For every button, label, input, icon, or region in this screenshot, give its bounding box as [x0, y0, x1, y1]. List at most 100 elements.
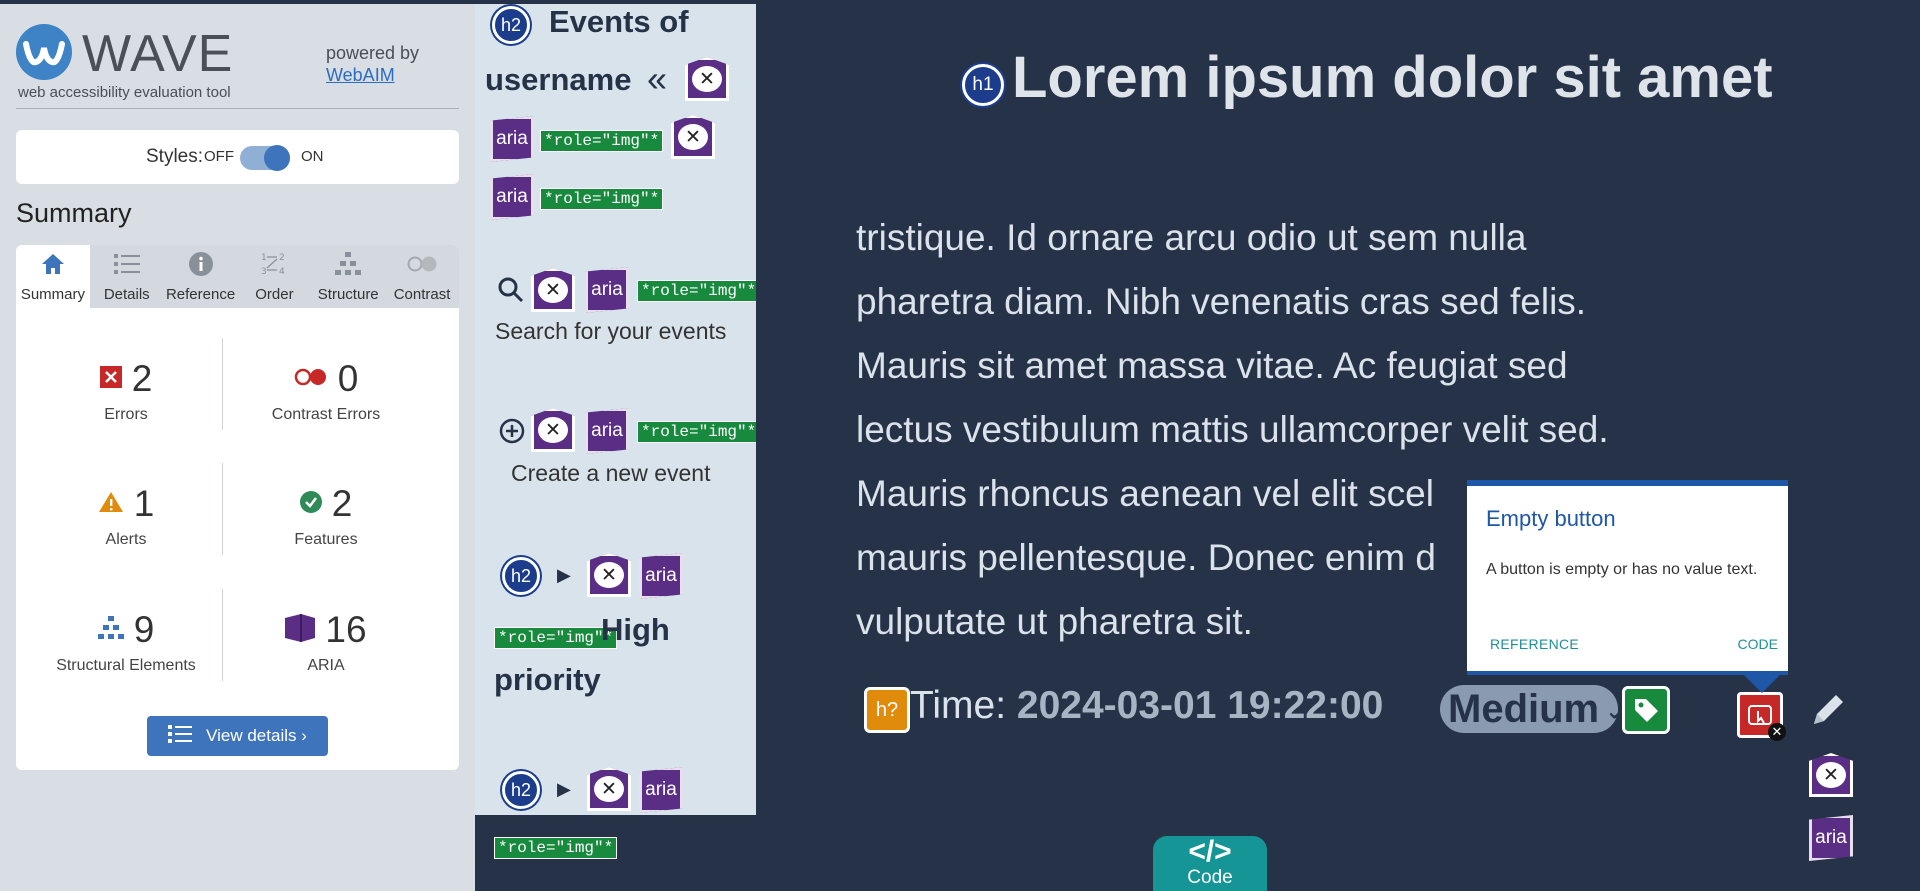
- svg-text:3: 3: [261, 267, 267, 277]
- add-circle-icon: [499, 418, 525, 449]
- aria-marker-icon[interactable]: aria: [585, 408, 629, 454]
- aria-count: 16: [325, 609, 367, 650]
- role-img-tag[interactable]: *role="img"*: [540, 130, 664, 152]
- error-marker-icon[interactable]: ✕: [587, 553, 631, 597]
- tab-bar: Summary Details Reference 1 2 3 4 Order Str…: [16, 245, 459, 308]
- aria-icon: [285, 613, 316, 647]
- chevron-down-icon: ⌄: [1599, 698, 1624, 724]
- toggle-knob[interactable]: [264, 145, 290, 171]
- svg-text:2: 2: [279, 253, 285, 263]
- search-icon: [497, 276, 525, 309]
- error-marker-icon[interactable]: ✕: [685, 57, 729, 101]
- h2-marker-icon[interactable]: h2: [502, 557, 540, 595]
- webaim-link[interactable]: WebAIM: [326, 64, 419, 86]
- error-marker-icon[interactable]: ✕: [531, 408, 575, 452]
- structural-icon: [97, 615, 124, 645]
- svg-text:1: 1: [261, 253, 267, 263]
- h2-marker-icon[interactable]: h2: [492, 6, 530, 44]
- pencil-edit-icon[interactable]: [1808, 690, 1848, 735]
- events-heading-line2: username: [485, 62, 632, 97]
- heading-alert-icon[interactable]: h?: [864, 687, 910, 733]
- powered-by-text: powered by: [326, 43, 420, 63]
- contrast-errors-label: Contrast Errors: [271, 406, 381, 423]
- aria-marker-icon[interactable]: aria: [490, 116, 534, 162]
- collapse-chevrons-icon[interactable]: «: [647, 58, 667, 100]
- paragraph-line: Mauris sit amet massa vitae. Ac feugiat …: [856, 345, 1568, 386]
- wave-title: WAVE: [82, 25, 234, 83]
- features-label: Features: [294, 531, 358, 548]
- features-count: 2: [331, 483, 353, 524]
- stat-errors[interactable]: 2 Errors: [26, 358, 226, 424]
- styles-on-label: ON: [301, 148, 324, 165]
- powered-by: powered by WebAIM: [326, 42, 419, 86]
- role-img-tag[interactable]: *role="img"*: [637, 421, 756, 443]
- list-icon: [113, 253, 140, 279]
- structural-count: 9: [133, 609, 155, 650]
- role-img-tag[interactable]: *role="img"*: [494, 837, 618, 859]
- popover-title: Empty button: [1486, 506, 1616, 531]
- divider: [16, 108, 459, 109]
- search-events-label[interactable]: Search for your events: [495, 318, 726, 345]
- stat-contrast-errors[interactable]: 0 Contrast Errors: [226, 358, 426, 424]
- aria-marker-icon[interactable]: aria: [585, 267, 629, 313]
- tab-label: Structure: [317, 286, 379, 303]
- tab-label: Order: [255, 286, 294, 303]
- priority-heading-line1: High: [601, 612, 670, 647]
- alert-icon: [98, 491, 124, 518]
- time-label: Time:: [910, 684, 1007, 727]
- error-icon: [99, 365, 122, 393]
- order-icon: 1 2 3 4: [260, 251, 288, 281]
- role-img-tag[interactable]: *role="img"*: [637, 280, 756, 302]
- aria-marker-icon[interactable]: aria: [1809, 815, 1853, 861]
- create-event-label[interactable]: Create a new event: [511, 460, 710, 487]
- triangle-right-icon[interactable]: ▶: [557, 565, 571, 586]
- tab-details[interactable]: Details: [90, 245, 164, 308]
- styles-toggle[interactable]: [240, 145, 290, 171]
- aria-marker-icon[interactable]: aria: [639, 767, 683, 813]
- triangle-right-icon[interactable]: ▶: [557, 779, 571, 800]
- error-marker-icon[interactable]: ✕: [531, 268, 575, 312]
- stat-features[interactable]: 2 Features: [226, 483, 426, 549]
- summary-panel: Summary Details Reference 1 2 3 4 Order Str…: [16, 245, 459, 770]
- code-toggle-button[interactable]: </> Code: [1153, 836, 1267, 891]
- main-content: h1 Lorem ipsum dolor sit amet tristique.…: [756, 4, 1920, 891]
- tab-structure[interactable]: Structure: [311, 245, 385, 308]
- styles-label: Styles:: [146, 146, 204, 167]
- tag-feature-icon[interactable]: [1622, 686, 1670, 734]
- tab-label: Details: [103, 286, 150, 303]
- error-marker-icon[interactable]: ✕: [1809, 753, 1853, 797]
- popover-code-link[interactable]: CODE: [1738, 636, 1778, 652]
- code-label: Code: [1187, 867, 1233, 888]
- events-column: h2 Events of username « ✕ aria *role="im…: [475, 4, 756, 815]
- error-marker-icon[interactable]: ✕: [587, 767, 631, 811]
- role-img-tag[interactable]: *role="img"*: [540, 188, 664, 210]
- tab-summary[interactable]: Summary: [16, 245, 90, 308]
- view-details-label: View details ›: [206, 726, 307, 745]
- view-details-button[interactable]: View details ›: [147, 716, 328, 756]
- error-marker-icon[interactable]: ✕: [671, 115, 715, 159]
- styles-off-label: OFF: [204, 148, 234, 165]
- paragraph-line: pharetra diam. Nibh venenatis cras sed f…: [856, 281, 1587, 322]
- stat-alerts[interactable]: 1 Alerts: [26, 483, 226, 549]
- tab-contrast[interactable]: Contrast: [385, 245, 459, 308]
- errors-count: 2: [131, 358, 153, 399]
- home-icon: [41, 253, 65, 279]
- top-border: [0, 0, 475, 4]
- popover-reference-link[interactable]: REFERENCE: [1490, 636, 1579, 652]
- priority-select[interactable]: Medium ⌄: [1440, 685, 1624, 733]
- stat-structural[interactable]: 9 Structural Elements: [26, 609, 226, 675]
- contrast-errors-count: 0: [337, 358, 359, 399]
- aria-marker-icon[interactable]: aria: [639, 553, 683, 599]
- h2-marker-icon[interactable]: h2: [502, 771, 540, 809]
- tab-order[interactable]: 1 2 3 4 Order: [237, 245, 311, 308]
- role-img-tag[interactable]: *role="img"*: [494, 627, 618, 649]
- tab-reference[interactable]: Reference: [164, 245, 238, 308]
- summary-heading: Summary: [16, 198, 132, 228]
- time-text: Time: 2024-03-01 19:22:00: [910, 684, 1383, 728]
- stat-aria[interactable]: 16 ARIA: [226, 609, 426, 675]
- svg-text:4: 4: [279, 267, 285, 277]
- aria-marker-icon[interactable]: aria: [490, 174, 534, 220]
- close-small-icon[interactable]: ✕: [1768, 723, 1786, 741]
- list-icon: [168, 724, 193, 749]
- h1-marker-icon[interactable]: h1: [962, 64, 1004, 106]
